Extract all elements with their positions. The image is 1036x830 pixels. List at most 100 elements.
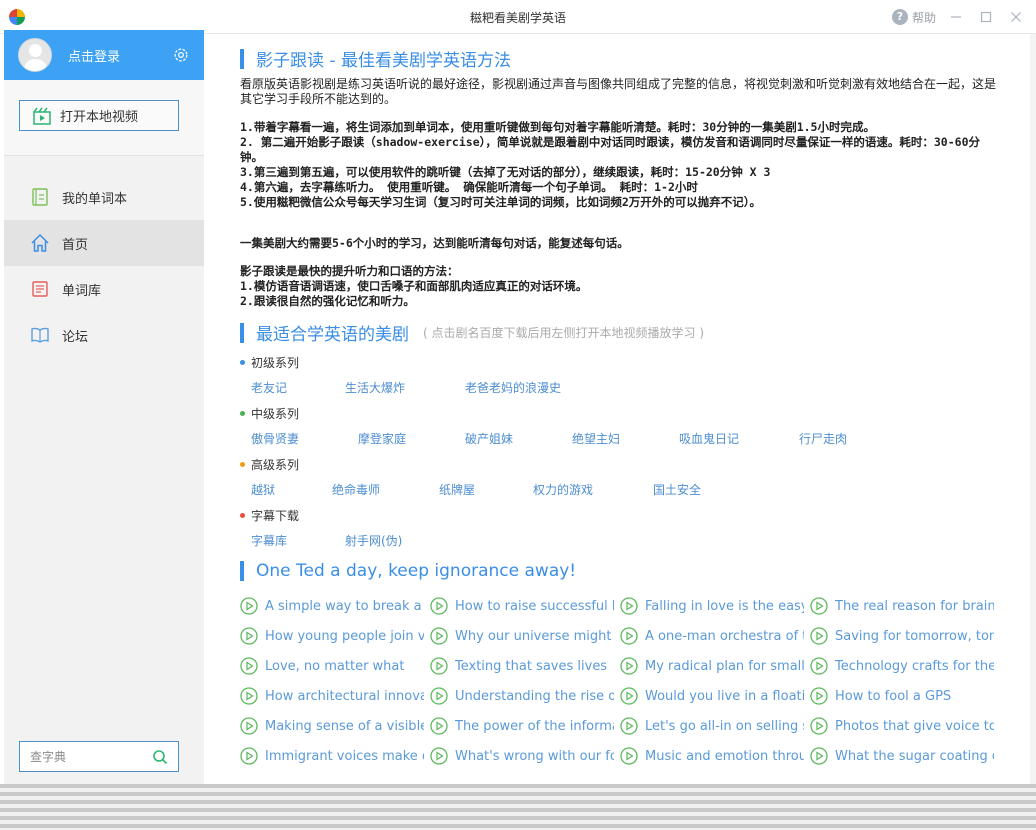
ted-talk-title: My radical plan for small — [645, 658, 804, 674]
play-circle-icon — [810, 717, 828, 735]
ted-talk-title: Texting that saves lives — [455, 658, 608, 674]
ted-talk-item[interactable]: Photos that give voice to — [810, 716, 994, 736]
ted-talk-item[interactable]: Would you live in a floatir — [620, 686, 804, 706]
ted-talk-title: Let's go all-in on selling s — [645, 718, 804, 734]
play-circle-icon — [620, 597, 638, 615]
ted-talk-item[interactable]: What the sugar coating o — [810, 746, 994, 766]
window-controls: ? 帮助 — [891, 7, 1026, 27]
play-circle-icon — [620, 687, 638, 705]
book-icon — [31, 327, 49, 343]
ted-talk-item[interactable]: Understanding the rise of — [430, 686, 614, 706]
recommended-shows-heading: 最适合学英语的美剧 ( 点击剧名百度下载后用左侧打开本地视频播放学习 ) — [240, 320, 704, 345]
ted-talk-item[interactable]: How architectural innova — [240, 686, 424, 706]
ted-talk-title: Saving for tomorrow, tom — [835, 628, 994, 644]
ted-talk-item[interactable]: The real reason for brains — [810, 596, 994, 616]
close-button[interactable] — [1006, 7, 1026, 27]
ted-talk-item[interactable]: How to fool a GPS — [810, 686, 994, 706]
show-link[interactable]: 摩登家庭 — [358, 430, 406, 447]
ted-talk-item[interactable]: How to raise successful k — [430, 596, 614, 616]
ted-talk-item[interactable]: What's wrong with our fo — [430, 746, 614, 766]
sidebar-item-my-wordbook[interactable]: 我的单词本 — [4, 174, 204, 220]
ted-talk-item[interactable]: Technology crafts for the — [810, 656, 994, 676]
ted-talk-item[interactable]: Why our universe might e — [430, 626, 614, 646]
method-title: 影子跟读是最快的提升听力和口语的方法： — [240, 264, 459, 278]
vertical-scrollbar[interactable] — [1030, 34, 1036, 784]
home-icon — [31, 233, 49, 252]
steps-block: 1.带着字幕看一遍，将生词添加到单词本，使用重听键做到每句对着字幕能听清楚。耗时… — [240, 120, 1000, 210]
sidebar-item-label: 我的单词本 — [62, 191, 128, 207]
show-link[interactable]: 字幕库 — [251, 532, 287, 549]
sidebar-item-label: 首页 — [62, 237, 89, 253]
ted-talk-title: What's wrong with our fo — [455, 748, 614, 764]
show-link[interactable]: 纸牌屋 — [439, 481, 475, 498]
show-link[interactable]: 国土安全 — [653, 481, 701, 498]
ted-talk-item[interactable]: A one-man orchestra of t — [620, 626, 804, 646]
ted-talk-title: Making sense of a visible — [265, 718, 424, 734]
show-link[interactable]: 破产姐妹 — [465, 430, 513, 447]
sidebar-nav: 我的单词本 首页 单词库 论坛 — [4, 174, 204, 358]
ted-talk-item[interactable]: Texting that saves lives — [430, 656, 614, 676]
dictionary-search-input[interactable] — [30, 749, 150, 764]
step-item: 5.使用糍粑微信公众号每天学习生词（复习时可关注单词的词频，比如词频2万开外的可… — [240, 195, 762, 209]
sidebar-item-forum[interactable]: 论坛 — [4, 312, 204, 358]
ted-talk-item[interactable]: The power of the informa — [430, 716, 614, 736]
ted-talk-item[interactable]: Music and emotion throu — [620, 746, 804, 766]
show-link[interactable]: 越狱 — [251, 481, 275, 498]
ted-talk-item[interactable]: Immigrant voices make d — [240, 746, 424, 766]
ted-talk-title: Immigrant voices make d — [265, 748, 424, 764]
ted-talk-item[interactable]: Making sense of a visible — [240, 716, 424, 736]
show-link[interactable]: 射手网(伪) — [345, 532, 402, 549]
show-link[interactable]: 老爸老妈的浪漫史 — [465, 379, 561, 396]
maximize-button[interactable] — [976, 7, 996, 27]
bullet-dot — [240, 360, 245, 365]
series-beginner: 初级系列 — [240, 354, 299, 371]
play-circle-icon — [620, 747, 638, 765]
play-circle-icon — [810, 657, 828, 675]
series-name: 中级系列 — [251, 407, 300, 421]
ted-talk-item[interactable]: How young people join vi — [240, 626, 424, 646]
play-circle-icon — [240, 627, 258, 645]
ted-talk-item[interactable]: My radical plan for small — [620, 656, 804, 676]
ted-talk-item[interactable]: A simple way to break a b — [240, 596, 424, 616]
window-title: 糍粑看美剧学英语 — [469, 11, 566, 25]
sidebar-item-home[interactable]: 首页 — [4, 220, 204, 266]
show-link[interactable]: 绝望主妇 — [572, 430, 620, 447]
sidebar-item-word-library[interactable]: 单词库 — [4, 266, 204, 312]
play-circle-icon — [810, 627, 828, 645]
play-circle-icon — [240, 747, 258, 765]
ted-talk-item[interactable]: Love, no matter what — [240, 656, 424, 676]
avatar[interactable] — [18, 38, 52, 72]
series-subtitles: 字幕下载 — [240, 507, 299, 524]
gear-icon[interactable] — [172, 46, 190, 64]
show-link[interactable]: 吸血鬼日记 — [679, 430, 739, 447]
ted-talk-title: The power of the informa — [455, 718, 614, 734]
ted-talk-item[interactable]: Falling in love is the easy — [620, 596, 804, 616]
help-button[interactable]: ? 帮助 — [891, 9, 936, 26]
ted-talk-title: A simple way to break a b — [265, 598, 424, 614]
show-link[interactable]: 老友记 — [251, 379, 287, 396]
sidebar-item-label: 单词库 — [62, 283, 102, 299]
download-hint: ( 点击剧名百度下载后用左侧打开本地视频播放学习 ) — [423, 326, 704, 340]
minimize-button[interactable] — [946, 7, 966, 27]
user-bar: 点击登录 — [4, 30, 204, 80]
ted-talk-title: How to raise successful k — [455, 598, 614, 614]
step-item: 2. 第二遍开始影子跟读（shadow-exercise），简单说就是跟着剧中对… — [240, 135, 980, 164]
ted-talk-item[interactable]: Let's go all-in on selling s — [620, 716, 804, 736]
show-link[interactable]: 权力的游戏 — [533, 481, 593, 498]
play-circle-icon — [810, 597, 828, 615]
word-library-icon — [32, 281, 48, 297]
open-local-video-button[interactable]: 打开本地视频 — [19, 100, 179, 131]
show-link[interactable]: 绝命毒师 — [332, 481, 380, 498]
show-link[interactable]: 生活大爆炸 — [345, 379, 405, 396]
show-link[interactable]: 行尸走肉 — [799, 430, 847, 447]
series-intermediate: 中级系列 — [240, 405, 299, 422]
play-circle-icon — [620, 717, 638, 735]
show-link[interactable]: 傲骨贤妻 — [251, 430, 299, 447]
sidebar-item-label: 论坛 — [62, 329, 89, 345]
method-point: 2.跟读很自然的强化记忆和听力。 — [240, 294, 415, 308]
step-item: 4.第六遍，去字幕练听力。 使用重听键。 确保能听清每一个句子单词。 耗时：1-… — [240, 180, 698, 194]
login-link[interactable]: 点击登录 — [68, 46, 120, 65]
ted-talk-item[interactable]: Saving for tomorrow, tom — [810, 626, 994, 646]
video-clapper-icon — [33, 107, 51, 125]
search-icon[interactable] — [152, 749, 168, 765]
